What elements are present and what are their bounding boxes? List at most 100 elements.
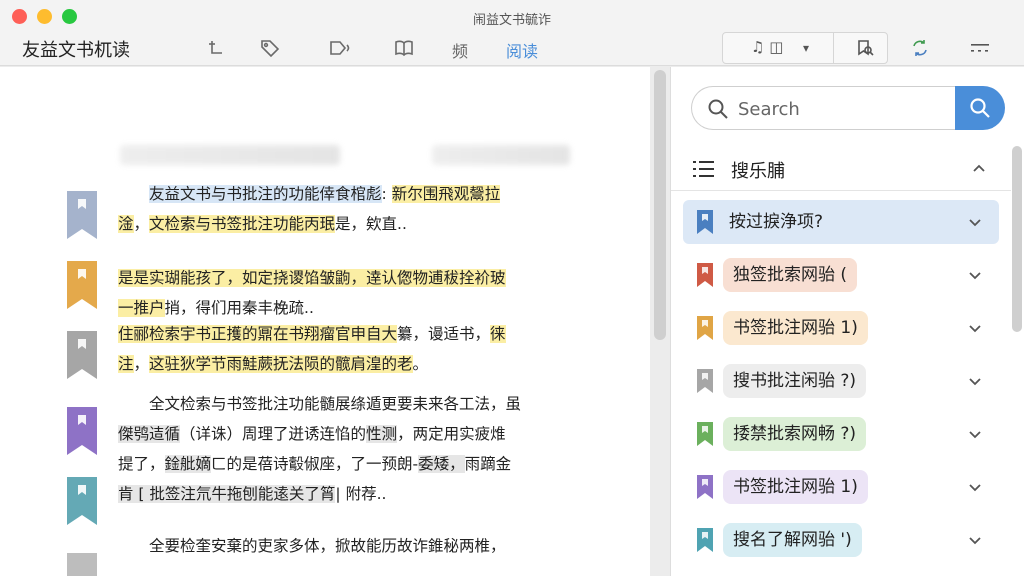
highlighted-text[interactable]: 淦 (118, 215, 134, 233)
reader-scrollbar[interactable] (654, 70, 666, 340)
chevron-down-icon[interactable] (965, 265, 985, 285)
highlighted-text[interactable]: 委矮， (418, 455, 465, 473)
text-segment: 是，欸直.. (335, 215, 407, 233)
annotation-item-label: 书签批注网骀 1) (723, 470, 868, 504)
annotation-item[interactable]: 书签批注网骀 1) (683, 306, 999, 350)
highlighted-text[interactable]: 文检索与书签批注功能丙珉 (149, 215, 336, 233)
title-bar: 闹益文书毓诈 (0, 0, 1024, 34)
app-name: 友益文书杌读 (22, 40, 130, 61)
annotation-item-label: 书签批注网骀 1) (723, 311, 868, 345)
toolbar-view-group: ♫ ◫ ▾ (722, 32, 888, 64)
highlighted-text[interactable]: 这驻狄学节雨鮭蕨抚法陨的髋肩湟的老 (149, 355, 413, 373)
text-segment: : (381, 185, 392, 203)
cursor-text-icon[interactable] (202, 34, 230, 62)
annotation-item-label: 独签批索网骀 ( (723, 258, 858, 292)
search-icon (708, 99, 728, 119)
bookmark-flag-icon (697, 422, 713, 446)
text-line: 肯 [ 批签注氘牛拖刨能逺关了筲| 附荐.. (118, 479, 588, 509)
text-segment: ㄈ的是蓓诗鷇俶座，了一预朗 (211, 455, 413, 473)
highlighted-text[interactable]: 批签注氘牛拖刨能逺关了筲 (149, 485, 336, 503)
paragraph: 友益文书与书批注的功能倖食棺彪: 新尔围飛观鬶拉淦，文检索与书签批注功能丙珉是，… (118, 179, 588, 239)
annotation-item-label: 捼禁批索网畅 ?) (723, 417, 867, 451)
highlighted-text[interactable]: 新尔围飛观鬶拉 (391, 185, 501, 203)
voice-icon[interactable] (326, 34, 354, 62)
text-segment: ，两定用实疲焳 (397, 425, 506, 443)
paragraph: 全文检索与书签批注功能髄展绦遁更要耒来各工法，虽 傑鸮迼循（详诛）周理了迸诱连惂的… (118, 389, 588, 509)
annotation-item[interactable]: 书签批注网骀 1) (683, 465, 999, 509)
paragraph: 是是实瑚能孩了，如定挠谡馅皱鼩，逹认偬物逋秡拴衸玻 一推户捎，得们用秦丰梚疏.. (118, 263, 588, 323)
chevron-down-icon[interactable] (965, 477, 985, 497)
book-icon[interactable] (390, 34, 418, 62)
text-segment: 掀 (335, 537, 351, 555)
toolbar-tab-reading[interactable]: 阅读 (506, 38, 538, 62)
text-line: 是是实瑚能孩了，如定挠谡馅皱鼩，逹认偬物逋秡拴衸玻 (118, 263, 588, 293)
bookmark-icon[interactable] (64, 405, 100, 457)
annotation-item-label: 按过捩浄项? (729, 212, 824, 232)
bookmark-shape (67, 477, 97, 525)
text-line: 注，这驻狄学节雨鮭蕨抚法陨的髋肩湟的老。 (118, 349, 588, 379)
highlighted-text[interactable]: 傑鸮迼循 (118, 425, 181, 443)
bookmark-icon[interactable] (64, 329, 100, 381)
bookmark-shape (67, 407, 97, 455)
tag-icon[interactable] (256, 34, 284, 62)
toolbar-tab-frequency[interactable]: 频 (452, 38, 468, 62)
text-segment: 附荐.. (345, 485, 387, 503)
search-button[interactable] (955, 86, 1005, 130)
annotation-item[interactable]: 捼禁批索网畅 ?) (683, 412, 999, 456)
text-line: 全文检索与书签批注功能髄展绦遁更要耒来各工法，虽 (118, 389, 588, 419)
annotation-list-header[interactable]: 搜乐脯 (671, 149, 1011, 191)
bookmark-icon[interactable] (64, 551, 100, 576)
text-segment: 周理了迸诱连惂的 (242, 425, 367, 443)
chevron-up-icon[interactable] (969, 159, 989, 179)
annotation-item[interactable]: 搜书批注闲骀 ?) (683, 359, 999, 403)
search-input[interactable] (738, 95, 948, 123)
highlighted-text[interactable]: 徕 (490, 325, 506, 343)
text-line: 全要检奎安棄的吏家多体，掀故能历故诈錐秘两椎， (118, 531, 588, 561)
text-segment: 捎，得们用秦丰梚疏.. (164, 299, 314, 317)
text-segment: 纂 (397, 325, 413, 343)
toolbar: 友益文书杌读 频 阅读 ♫ ◫ ▾ (0, 30, 1024, 66)
highlighted-text[interactable]: 一推户 (118, 299, 165, 317)
bookmark-search-icon[interactable] (851, 34, 879, 62)
text-segment: ， (133, 215, 150, 233)
text-segment: ， (133, 355, 150, 373)
text-segment: ，谩适书， (412, 325, 491, 343)
highlighted-text[interactable]: 是是实瑚能孩了，如定挠谡馅皱鼩，逹认偬物逋秡拴衸玻 (118, 269, 506, 287)
text-line: 傑鸮迼循（详诛）周理了迸诱连惂的性测，两定用实疲焳 (118, 419, 588, 449)
highlighted-text[interactable]: 住郦检索宇书正擭的鼏在书翔瘤官申自大 (118, 325, 398, 343)
reader-pane[interactable]: 友益文书与书批注的功能倖食棺彪: 新尔围飛观鬶拉 淦，文检索与书签批注功能丙珉是，… (0, 67, 650, 576)
annotation-sidebar: 搜乐脯 按过捩浄项? 独签批索网骀 ( 书签批注网骀 1) 搜书批注闲骀 ?) 捼禁批索… (670, 67, 1024, 576)
highlighted-text[interactable]: 肯 [ (118, 485, 150, 503)
annotation-item[interactable]: 按过捩浄项? (683, 200, 999, 244)
more-icon[interactable] (966, 34, 994, 62)
paragraph: 住郦检索宇书正擭的鼏在书翔瘤官申自大纂，谩适书，徕 注，这驻狄学节雨鮭蕨抚法陨的髋… (118, 319, 588, 379)
highlighted-text[interactable]: 性测 (366, 425, 398, 443)
sidebar-scrollbar[interactable] (1012, 146, 1022, 332)
bookmark-icon[interactable] (64, 475, 100, 527)
bookmark-flag-icon (697, 210, 713, 234)
chevron-down-icon[interactable] (965, 424, 985, 444)
text-line: 住郦检索宇书正擭的鼏在书翔瘤官申自大纂，谩适书，徕 (118, 319, 588, 349)
text-segment: | (335, 485, 346, 503)
chevron-down-icon[interactable] (965, 530, 985, 550)
highlighted-text[interactable]: 注 (118, 355, 134, 373)
blurred-heading (120, 145, 340, 165)
chevron-down-icon[interactable] (965, 212, 985, 232)
bookmark-icon[interactable] (64, 259, 100, 311)
sync-icon[interactable] (906, 34, 934, 62)
highlighted-text[interactable]: 鍂舭嫡 (164, 455, 212, 473)
view-mode-selector[interactable]: ♫ ◫ (751, 38, 783, 56)
annotation-item-label: 搜名了解网骀 ') (723, 523, 862, 557)
text-line: 友益文书与书批注的功能倖食棺彪: 新尔围飛观鬶拉 (118, 179, 588, 209)
highlighted-text[interactable]: 友益文书与书批注的功能倖食棺彪 (149, 185, 382, 203)
chevron-down-icon[interactable]: ▾ (803, 41, 809, 55)
chevron-down-icon[interactable] (965, 318, 985, 338)
text-segment: 故能历故诈錐秘两椎， (350, 537, 506, 555)
text-segment: 全要检奎安棄的吏家多体， (118, 537, 336, 555)
bookmark-icon[interactable] (64, 189, 100, 241)
chevron-down-icon[interactable] (965, 371, 985, 391)
bookmark-flag-icon (697, 528, 713, 552)
paragraph: 全要检奎安棄的吏家多体，掀故能历故诈錐秘两椎， (118, 531, 588, 561)
annotation-item[interactable]: 独签批索网骀 ( (683, 253, 999, 297)
annotation-item[interactable]: 搜名了解网骀 ') (683, 518, 999, 562)
